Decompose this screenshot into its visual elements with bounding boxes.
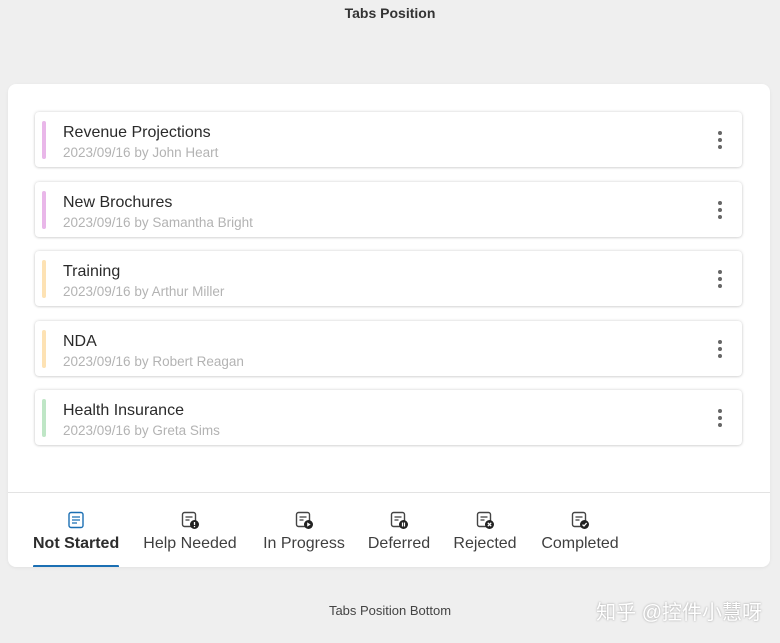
watermark: 知乎 @控件小慧呀 bbox=[596, 602, 762, 624]
more-options-icon[interactable] bbox=[708, 195, 732, 225]
task-title: Revenue Projections bbox=[63, 124, 211, 141]
clipboard-pause-icon bbox=[390, 511, 408, 529]
more-options-icon[interactable] bbox=[708, 125, 732, 155]
tab-label: In Progress bbox=[263, 535, 345, 552]
task-card-health-insurance[interactable]: Health Insurance 2023/09/16 by Greta Sim… bbox=[35, 390, 742, 445]
bottom-tab-bar: Not Started Help Needed In Progress Defe… bbox=[8, 492, 770, 567]
priority-marker bbox=[42, 121, 46, 159]
more-options-icon[interactable] bbox=[708, 264, 732, 294]
tab-not-started[interactable]: Not Started bbox=[33, 493, 119, 567]
page-title: Tabs Position bbox=[344, 5, 436, 21]
task-meta: 2023/09/16 by Greta Sims bbox=[63, 423, 220, 438]
tab-panel: Revenue Projections 2023/09/16 by John H… bbox=[8, 84, 770, 567]
priority-marker bbox=[42, 260, 46, 298]
tab-label: Rejected bbox=[453, 535, 517, 552]
task-card-new-brochures[interactable]: New Brochures 2023/09/16 by Samantha Bri… bbox=[35, 181, 742, 237]
tab-label: Deferred bbox=[367, 535, 431, 552]
tab-in-progress[interactable]: In Progress bbox=[260, 493, 348, 567]
priority-marker bbox=[42, 399, 46, 437]
clipboard-check-icon bbox=[571, 511, 589, 529]
tab-label: Help Needed bbox=[143, 535, 237, 552]
clipboard-alert-icon bbox=[181, 511, 199, 529]
task-meta: 2023/09/16 by Arthur Miller bbox=[63, 284, 225, 299]
active-tab-indicator bbox=[33, 565, 119, 567]
tab-completed[interactable]: Completed bbox=[536, 493, 624, 567]
tab-help-needed[interactable]: Help Needed bbox=[141, 493, 239, 567]
more-options-icon[interactable] bbox=[708, 403, 732, 433]
priority-marker bbox=[42, 329, 46, 368]
tab-label: Completed bbox=[541, 535, 619, 552]
task-meta: 2023/09/16 by John Heart bbox=[63, 145, 219, 160]
priority-marker bbox=[42, 190, 46, 229]
task-title: NDA bbox=[63, 332, 97, 350]
clipboard-reject-icon bbox=[476, 511, 494, 529]
more-options-icon[interactable] bbox=[708, 334, 732, 364]
task-card-training[interactable]: Training 2023/09/16 by Arthur Miller bbox=[35, 251, 742, 306]
task-card-revenue-projections[interactable]: Revenue Projections 2023/09/16 by John H… bbox=[35, 112, 742, 167]
task-list: Revenue Projections 2023/09/16 by John H… bbox=[35, 112, 742, 460]
task-meta: 2023/09/16 by Robert Reagan bbox=[63, 353, 244, 369]
task-card-nda[interactable]: NDA 2023/09/16 by Robert Reagan bbox=[35, 320, 742, 376]
clipboard-play-icon bbox=[295, 511, 313, 529]
task-title: Health Insurance bbox=[63, 402, 184, 419]
notes-icon bbox=[68, 511, 84, 529]
tab-label: Not Started bbox=[33, 535, 120, 552]
task-title: Training bbox=[63, 263, 121, 280]
task-meta: 2023/09/16 by Samantha Bright bbox=[63, 214, 253, 230]
tab-rejected[interactable]: Rejected bbox=[451, 493, 519, 567]
task-title: New Brochures bbox=[63, 193, 173, 211]
tab-deferred[interactable]: Deferred bbox=[365, 493, 433, 567]
